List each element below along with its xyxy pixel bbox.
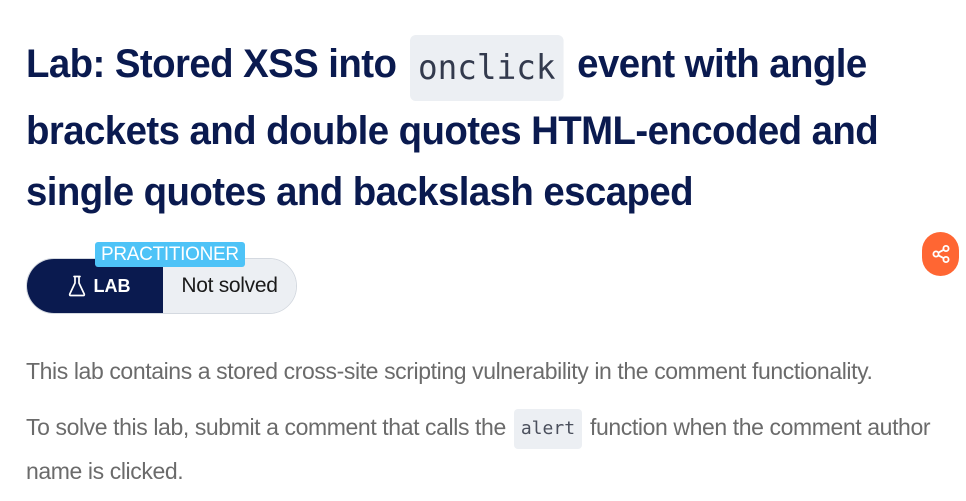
title-text-start: Lab: Stored XSS into xyxy=(26,42,397,86)
level-tag: PRACTITIONER xyxy=(95,242,245,267)
alert-code: alert xyxy=(513,409,583,449)
description-text-start: To solve this lab, submit a comment that… xyxy=(26,414,506,440)
title-code-onclick: onclick xyxy=(410,35,564,101)
share-button[interactable] xyxy=(922,232,959,276)
description-paragraph-2: To solve this lab, submit a comment that… xyxy=(26,405,961,493)
share-icon xyxy=(932,245,949,263)
lab-type-label: LAB xyxy=(27,259,163,313)
flask-icon xyxy=(68,275,85,297)
lab-page: Lab: Stored XSS into onclick event with … xyxy=(0,0,966,501)
description-paragraph-1: This lab contains a stored cross-site sc… xyxy=(26,358,873,384)
lab-type-text: LAB xyxy=(93,275,131,296)
page-title: Lab: Stored XSS into onclick event with … xyxy=(26,34,890,223)
lab-status: Not solved xyxy=(163,259,296,313)
